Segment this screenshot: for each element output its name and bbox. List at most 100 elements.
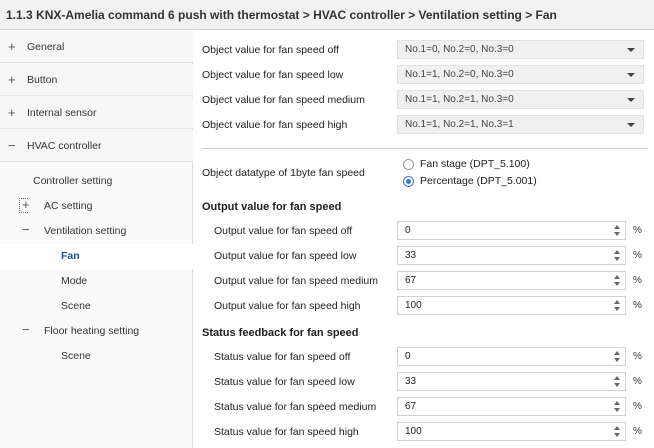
input-value: 100 [405,300,422,311]
radio-percentage[interactable]: Percentage (DPT_5.001) [403,175,603,189]
sidebar-item-button[interactable]: + Button [0,64,193,96]
unit-label: % [633,351,642,362]
output-off-row: Output value for fan speed off 0 % [194,218,654,243]
sidebar-item-ac-setting[interactable]: + AC setting [0,194,193,219]
chevron-down-icon [627,48,635,52]
expand-icon[interactable]: + [8,105,16,120]
sidebar-item-general[interactable]: + General [0,31,193,63]
status-high-input[interactable]: 100 [397,422,626,441]
sidebar-item-label: Internal sensor [27,107,97,119]
status-low-row: Status value for fan speed low 33 % [194,369,654,394]
dropdown-value: No.1=1, No.2=1, No.3=1 [405,119,514,130]
output-high-label: Output value for fan speed high [214,300,361,312]
sidebar-item-ventilation-scene[interactable]: Scene [0,294,193,319]
radio-unchecked-icon[interactable] [403,159,414,170]
status-medium-row: Status value for fan speed medium 67 % [194,394,654,419]
sidebar-item-label: Controller setting [33,175,113,187]
sidebar-item-controller-setting[interactable]: Controller setting [0,169,193,194]
status-low-input[interactable]: 33 [397,372,626,391]
sidebar-item-hvac-controller[interactable]: − HVAC controller [0,130,193,162]
status-off-label: Status value for fan speed off [214,351,351,363]
sidebar-item-label: Fan [61,250,80,262]
unit-label: % [633,300,642,311]
input-value: 33 [405,376,417,387]
sidebar-item-mode[interactable]: Mode [0,269,193,294]
sidebar-item-internal-sensor[interactable]: + Internal sensor [0,97,193,129]
unit-label: % [633,376,642,387]
sidebar: + General + Button + Internal sensor − H… [0,31,193,448]
chevron-down-icon [627,98,635,102]
radio-fan-stage[interactable]: Fan stage (DPT_5.100) [403,158,603,172]
sidebar-item-label: Mode [61,275,88,287]
object-value-off-row: Object value for fan speed off No.1=0, N… [194,37,654,62]
unit-label: % [633,426,642,437]
sidebar-item-label: AC setting [44,200,93,212]
expand-icon[interactable]: + [8,72,16,87]
sidebar-item-ventilation-setting[interactable]: − Ventilation setting [0,219,193,244]
output-high-input[interactable]: 100 [397,296,626,315]
dropdown-value: No.1=1, No.2=0, No.3=0 [405,69,514,80]
chevron-down-icon [627,123,635,127]
sidebar-item-label: Button [27,74,58,86]
output-off-input[interactable]: 0 [397,221,626,240]
output-off-label: Output value for fan speed off [214,225,353,237]
spinner-icon[interactable] [614,349,621,364]
spinner-icon[interactable] [614,223,621,238]
input-value: 100 [405,426,422,437]
radio-label: Fan stage (DPT_5.100) [420,158,530,170]
object-value-low-dropdown[interactable]: No.1=1, No.2=0, No.3=0 [397,65,644,84]
spinner-icon[interactable] [614,399,621,414]
spinner-icon[interactable] [614,424,621,439]
datatype-label: Object datatype of 1byte fan speed [202,167,365,179]
input-value: 0 [405,225,411,236]
object-value-medium-label: Object value for fan speed medium [202,94,365,106]
object-value-low-row: Object value for fan speed low No.1=1, N… [194,62,654,87]
status-medium-input[interactable]: 67 [397,397,626,416]
object-value-high-label: Object value for fan speed high [202,119,348,131]
object-value-high-dropdown[interactable]: No.1=1, No.2=1, No.3=1 [397,115,644,134]
window-title-bar: 1.1.3 KNX-Amelia command 6 push with the… [0,0,654,30]
status-low-label: Status value for fan speed low [214,376,355,388]
collapse-icon[interactable]: − [22,222,30,237]
object-value-medium-dropdown[interactable]: No.1=1, No.2=1, No.3=0 [397,90,644,109]
unit-label: % [633,401,642,412]
status-off-row: Status value for fan speed off 0 % [194,344,654,369]
output-medium-input[interactable]: 67 [397,271,626,290]
sidebar-item-label: Ventilation setting [44,225,127,237]
status-section-title: Status feedback for fan speed [202,327,359,339]
status-medium-label: Status value for fan speed medium [214,401,377,413]
dropdown-value: No.1=1, No.2=1, No.3=0 [405,94,514,105]
expand-icon[interactable]: + [22,197,30,212]
dropdown-value: No.1=0, No.2=0, No.3=0 [405,44,514,55]
object-value-low-label: Object value for fan speed low [202,69,344,81]
input-value: 67 [405,401,417,412]
sidebar-item-label: HVAC controller [27,140,102,152]
expand-icon[interactable]: + [8,39,16,54]
sidebar-item-floor-heating-setting[interactable]: − Floor heating setting [0,319,193,344]
divider [202,148,648,149]
spinner-icon[interactable] [614,273,621,288]
object-value-off-label: Object value for fan speed off [202,44,339,56]
radio-checked-icon[interactable] [403,176,414,187]
output-low-input[interactable]: 33 [397,246,626,265]
sidebar-item-floor-heating-scene[interactable]: Scene [0,344,193,369]
status-off-input[interactable]: 0 [397,347,626,366]
collapse-icon[interactable]: − [22,322,30,337]
output-medium-label: Output value for fan speed medium [214,275,379,287]
radio-label: Percentage (DPT_5.001) [420,175,537,187]
sidebar-item-label: General [27,41,65,53]
input-value: 33 [405,250,417,261]
spinner-icon[interactable] [614,298,621,313]
spinner-icon[interactable] [614,374,621,389]
output-medium-row: Output value for fan speed medium 67 % [194,268,654,293]
chevron-down-icon [627,73,635,77]
spinner-icon[interactable] [614,248,621,263]
collapse-icon[interactable]: − [8,138,16,153]
output-low-row: Output value for fan speed low 33 % [194,243,654,268]
object-value-high-row: Object value for fan speed high No.1=1, … [194,112,654,137]
sidebar-item-label: Floor heating setting [44,325,140,337]
breadcrumb-title: 1.1.3 KNX-Amelia command 6 push with the… [6,8,557,22]
object-value-off-dropdown[interactable]: No.1=0, No.2=0, No.3=0 [397,40,644,59]
unit-label: % [633,225,642,236]
sidebar-item-fan[interactable]: Fan [0,244,193,269]
